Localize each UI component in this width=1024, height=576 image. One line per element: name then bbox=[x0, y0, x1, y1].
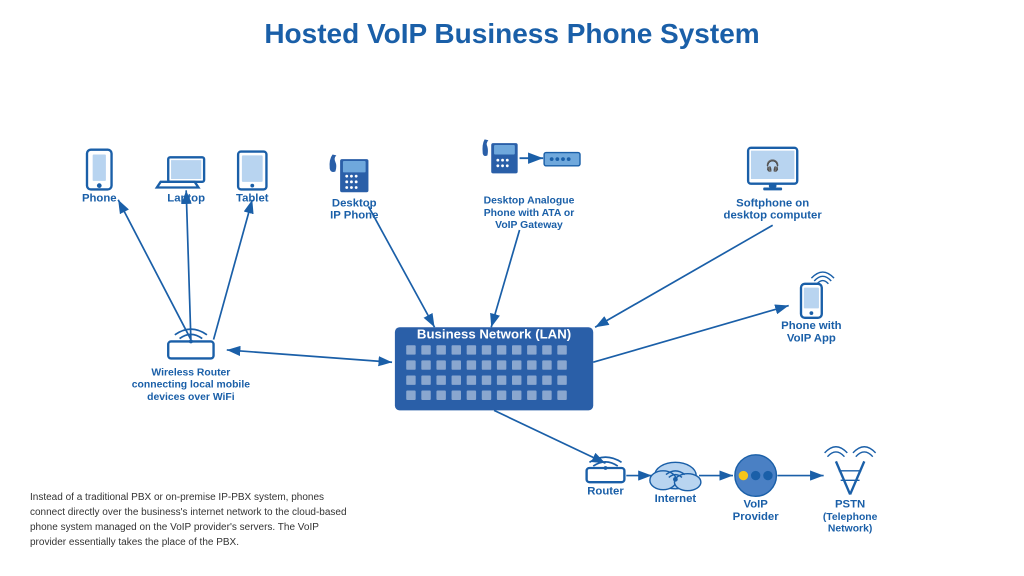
svg-text:Network): Network) bbox=[828, 523, 872, 534]
svg-text:Phone: Phone bbox=[82, 193, 117, 205]
svg-text:Phone with: Phone with bbox=[781, 320, 841, 332]
svg-text:VoIP Gateway: VoIP Gateway bbox=[495, 220, 563, 231]
svg-text:Business Network (LAN): Business Network (LAN) bbox=[417, 327, 571, 342]
svg-text:Router: Router bbox=[587, 485, 624, 497]
svg-text:IP Phone: IP Phone bbox=[330, 210, 378, 222]
page-title: Hosted VoIP Business Phone System bbox=[0, 0, 1024, 60]
svg-text:Provider: Provider bbox=[733, 511, 780, 523]
svg-text:devices over WiFi: devices over WiFi bbox=[147, 392, 235, 403]
svg-text:Phone with ATA or: Phone with ATA or bbox=[484, 208, 574, 219]
svg-text:Desktop: Desktop bbox=[332, 197, 377, 209]
svg-text:🎧: 🎧 bbox=[766, 159, 780, 173]
svg-text:VoIP App: VoIP App bbox=[787, 332, 836, 344]
svg-text:Internet: Internet bbox=[655, 493, 697, 505]
svg-text:VoIP: VoIP bbox=[743, 499, 768, 511]
svg-text:Laptop: Laptop bbox=[167, 193, 205, 205]
svg-text:Tablet: Tablet bbox=[236, 193, 269, 205]
svg-text:desktop computer: desktop computer bbox=[724, 210, 823, 222]
info-text-box: Instead of a traditional PBX or on-premi… bbox=[30, 490, 350, 550]
svg-text:PSTN: PSTN bbox=[835, 499, 865, 511]
svg-text:Wireless Router: Wireless Router bbox=[151, 367, 230, 378]
svg-text:(Telephone: (Telephone bbox=[823, 512, 878, 523]
svg-text:Desktop Analogue: Desktop Analogue bbox=[484, 196, 575, 207]
svg-text:connecting local mobile: connecting local mobile bbox=[132, 380, 250, 391]
svg-text:Softphone on: Softphone on bbox=[736, 197, 809, 209]
